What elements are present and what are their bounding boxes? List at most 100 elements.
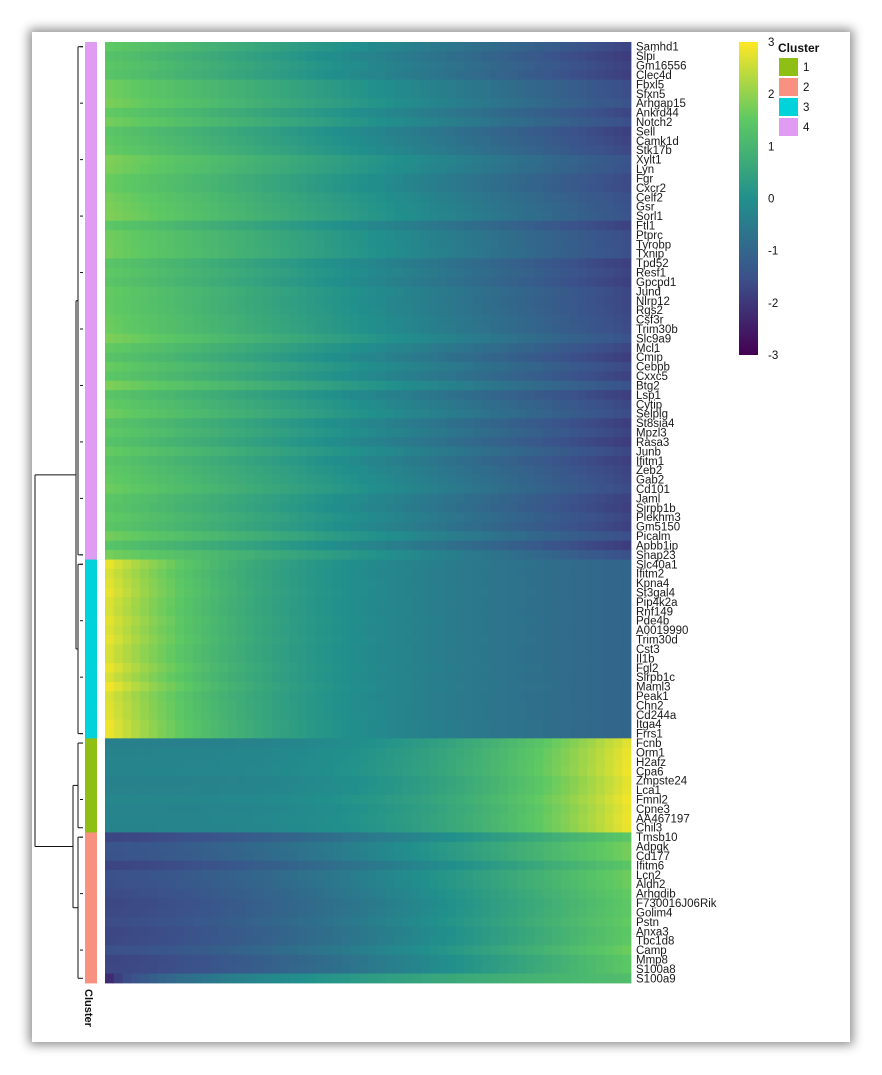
- heatmap-cell: [218, 587, 229, 598]
- heatmap-cell: [368, 757, 378, 767]
- heatmap-cell: [140, 456, 150, 466]
- heatmap-cell: [341, 230, 351, 241]
- heatmap-cell: [411, 568, 421, 579]
- heatmap-cell: [560, 427, 571, 438]
- heatmap-cell: [560, 606, 571, 617]
- heatmap-cell: [473, 333, 483, 344]
- heatmap-cell: [280, 258, 290, 269]
- heatmap-cell: [105, 437, 115, 448]
- heatmap-cell: [552, 568, 562, 579]
- heatmap-cell: [297, 371, 308, 382]
- heatmap-cell: [289, 314, 299, 325]
- heatmap-cell: [201, 314, 211, 325]
- heatmap-cell: [297, 249, 308, 259]
- cluster-bar-segment: [85, 597, 97, 607]
- heatmap-cell: [587, 70, 597, 81]
- heatmap-cell: [157, 220, 167, 231]
- heatmap-cell: [306, 521, 316, 532]
- heatmap-cell: [403, 719, 413, 730]
- heatmap-cell: [560, 352, 571, 363]
- heatmap-cell: [508, 606, 518, 617]
- heatmap-cell: [525, 474, 535, 485]
- heatmap-cell: [157, 408, 167, 419]
- heatmap-cell: [569, 324, 579, 335]
- heatmap-cell: [289, 371, 299, 382]
- heatmap-cell: [289, 521, 299, 532]
- heatmap-cell: [254, 644, 264, 655]
- heatmap-cell: [254, 136, 264, 146]
- cluster-bar-segment: [85, 738, 97, 749]
- heatmap-cell: [227, 465, 237, 476]
- heatmap-cell: [569, 465, 579, 476]
- heatmap-cell: [113, 145, 123, 156]
- heatmap-cell: [122, 747, 132, 758]
- heatmap-cell: [613, 681, 623, 692]
- heatmap-cell: [157, 258, 167, 269]
- heatmap-cell: [271, 672, 281, 683]
- heatmap-cell: [131, 493, 141, 504]
- heatmap-cell: [473, 79, 483, 90]
- heatmap-cell: [183, 173, 194, 184]
- heatmap-cell: [368, 465, 378, 476]
- heatmap-cell: [254, 719, 264, 730]
- heatmap-cell: [315, 663, 325, 673]
- cluster-bar-segment: [85, 907, 97, 918]
- heatmap-cell: [560, 437, 571, 448]
- heatmap-row: [105, 437, 632, 448]
- heatmap-cell: [148, 183, 158, 193]
- heatmap-cell: [411, 484, 421, 495]
- heatmap-cell: [166, 616, 176, 626]
- heatmap-cell: [464, 352, 474, 363]
- heatmap-cell: [446, 164, 457, 175]
- heatmap-cell: [166, 587, 176, 598]
- heatmap-cell: [481, 51, 492, 62]
- heatmap-cell: [262, 192, 272, 203]
- heatmap-cell: [183, 691, 194, 702]
- heatmap-cell: [271, 343, 281, 353]
- heatmap-cell: [105, 399, 115, 410]
- heatmap-cell: [359, 51, 369, 62]
- heatmap-cell: [148, 230, 158, 241]
- heatmap-cell: [306, 757, 316, 767]
- heatmap-cell: [376, 352, 386, 363]
- heatmap-cell: [368, 559, 378, 570]
- heatmap-cell: [552, 691, 562, 702]
- heatmap-cell: [368, 540, 378, 551]
- heatmap-cell: [534, 427, 544, 438]
- heatmap-cell: [218, 616, 229, 626]
- heatmap-cell: [183, 220, 194, 231]
- heatmap-cell: [438, 333, 448, 344]
- heatmap-cell: [543, 775, 553, 786]
- heatmap-cell: [595, 314, 606, 325]
- heatmap-cell: [613, 173, 623, 184]
- cluster-bar-segment: [85, 418, 97, 429]
- heatmap-cell: [481, 352, 492, 363]
- heatmap-cell: [289, 456, 299, 466]
- heatmap-cell: [613, 136, 623, 146]
- heatmap-cell: [332, 305, 343, 316]
- heatmap-cell: [201, 587, 211, 598]
- heatmap-cell: [192, 352, 202, 363]
- heatmap-cell: [183, 361, 194, 372]
- heatmap-cell: [175, 352, 185, 363]
- heatmap-cell: [262, 493, 272, 504]
- heatmap-cell: [122, 710, 132, 720]
- heatmap-cell: [595, 305, 606, 316]
- heatmap-cell: [236, 296, 246, 306]
- heatmap-cell: [227, 230, 237, 241]
- heatmap-cell: [280, 164, 290, 175]
- heatmap-row: [105, 663, 632, 673]
- heatmap-cell: [473, 757, 483, 767]
- heatmap-cell: [324, 493, 334, 504]
- heatmap-cell: [175, 371, 185, 382]
- heatmap-cell: [481, 154, 492, 165]
- heatmap-row: [105, 540, 632, 551]
- heatmap-cell: [280, 154, 290, 165]
- heatmap-cell: [341, 249, 351, 259]
- heatmap-cell: [587, 211, 597, 222]
- heatmap-cell: [411, 286, 421, 297]
- heatmap-cell: [148, 775, 158, 786]
- heatmap-cell: [543, 296, 553, 306]
- heatmap-cell: [192, 474, 202, 485]
- heatmap-cell: [517, 550, 527, 560]
